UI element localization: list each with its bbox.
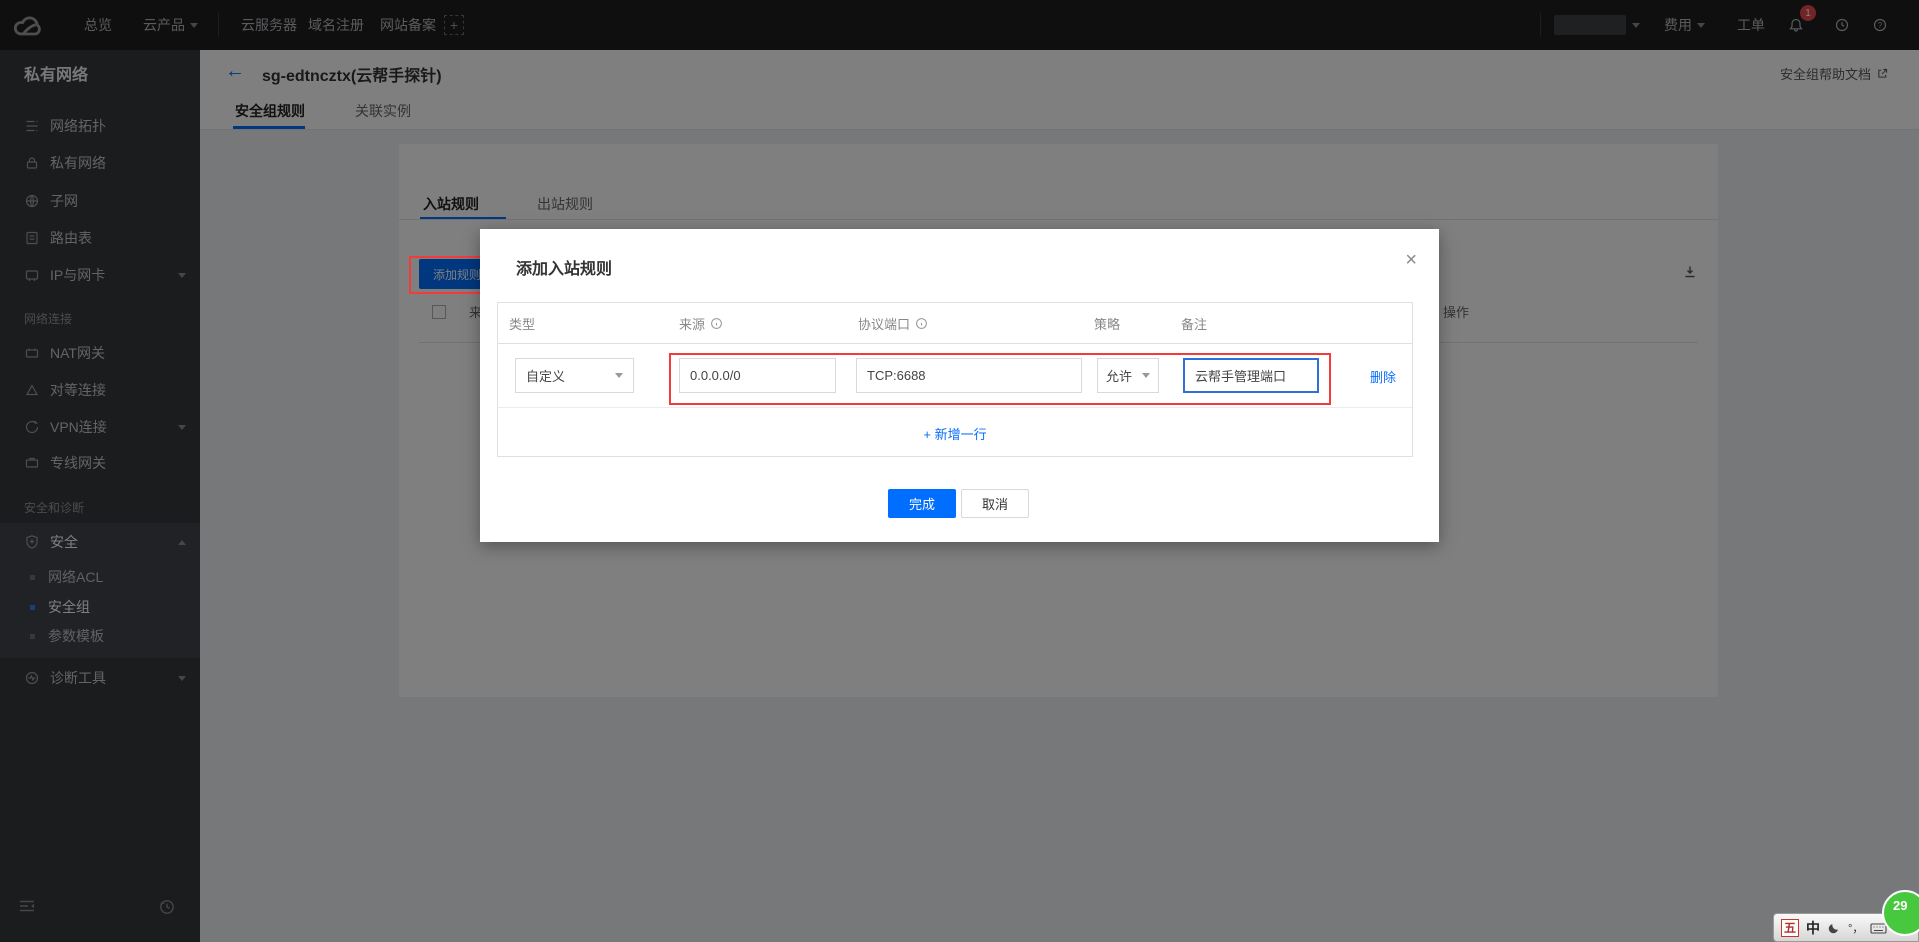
rule-table: 类型 来源 协议端口 策略 备注 自定义 0.0.0.0/0 TCP:6688 — [497, 302, 1413, 457]
chevron-down-icon — [615, 373, 623, 378]
moon-icon[interactable] — [1827, 921, 1841, 935]
add-line-link[interactable]: + 新增一行 — [923, 424, 986, 443]
column-header-note: 备注 — [1181, 303, 1207, 343]
type-select-value: 自定义 — [526, 366, 565, 385]
info-icon[interactable] — [915, 317, 928, 330]
cancel-button[interactable]: 取消 — [961, 489, 1029, 518]
protocol-port-input[interactable]: TCP:6688 — [856, 358, 1082, 393]
column-header-protocol-port: 协议端口 — [858, 303, 928, 343]
column-header-type: 类型 — [509, 303, 535, 343]
policy-select[interactable]: 允许 — [1097, 358, 1159, 393]
chevron-down-icon — [1142, 373, 1150, 378]
note-input[interactable]: 云帮手管理端口 — [1183, 358, 1319, 393]
source-input[interactable]: 0.0.0.0/0 — [679, 358, 836, 393]
delete-rule-link[interactable]: 删除 — [1370, 367, 1396, 386]
modal-title: 添加入站规则 — [516, 255, 612, 279]
add-inbound-rule-modal: 添加入站规则 × 类型 来源 协议端口 策略 备注 自定义 0.0.0.0/0 — [480, 229, 1439, 542]
punctuation-indicator[interactable]: °， — [1848, 920, 1863, 936]
app-root: 总览 云产品 云服务器 域名注册 网站备案 + 费用 工单 1 — [0, 0, 1919, 942]
ime-wubi-indicator[interactable]: 五 — [1781, 919, 1799, 937]
add-line-row: + 新增一行 — [498, 408, 1412, 458]
column-header-source: 来源 — [679, 303, 723, 343]
policy-select-value: 允许 — [1106, 366, 1132, 385]
confirm-button[interactable]: 完成 — [888, 489, 956, 518]
column-header-policy: 策略 — [1094, 303, 1120, 343]
ime-language-indicator[interactable]: 中 — [1806, 918, 1820, 938]
button-label: 取消 — [982, 494, 1008, 513]
type-select[interactable]: 自定义 — [515, 358, 634, 393]
button-label: 完成 — [909, 494, 935, 513]
close-icon[interactable]: × — [1405, 249, 1417, 272]
info-icon[interactable] — [710, 317, 723, 330]
rule-row: 自定义 0.0.0.0/0 TCP:6688 允许 云帮手管理端口 删除 — [498, 344, 1412, 407]
